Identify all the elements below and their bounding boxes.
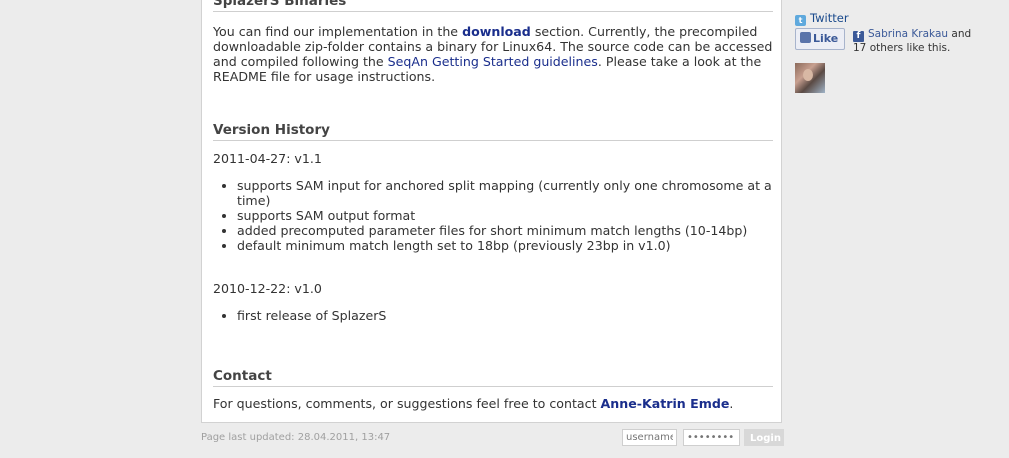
version-1-0-list: first release of SplazerS <box>213 308 777 323</box>
twitter-label: Twitter <box>810 11 849 25</box>
version-1-1-heading: 2011-04-27: v1.1 <box>213 151 322 166</box>
username-input[interactable] <box>622 429 677 446</box>
facebook-like-button[interactable]: Like <box>795 28 845 50</box>
contact-text-end: . <box>729 396 734 411</box>
page-last-updated: Page last updated: 28.04.2011, 13:47 <box>201 432 391 443</box>
facebook-friend-link[interactable]: Sabrina Krakau <box>868 28 948 40</box>
list-item: added precomputed parameter files for sh… <box>237 223 777 238</box>
binaries-paragraph: You can find our implementation in the d… <box>213 24 775 84</box>
twitter-icon: t <box>795 15 806 26</box>
thumbs-up-icon <box>800 32 811 43</box>
list-item: supports SAM output format <box>237 208 777 223</box>
password-input[interactable] <box>683 429 740 446</box>
like-label: Like <box>813 32 839 45</box>
section-title-version-history: Version History <box>213 122 773 141</box>
list-item: supports SAM input for anchored split ma… <box>237 178 777 208</box>
avatar[interactable] <box>795 63 825 93</box>
sidebar: t Twitter Like f Sabrina Krakau and 17 othe… <box>795 0 1009 458</box>
binaries-text-1: You can find our implementation in the <box>213 24 463 39</box>
version-1-0-heading: 2010-12-22: v1.0 <box>213 281 322 296</box>
facebook-likes-count: 17 others like this. <box>853 42 951 54</box>
author-contact-link[interactable]: Anne-Katrin Emde <box>601 396 730 411</box>
section-title-contact: Contact <box>213 368 773 387</box>
twitter-link[interactable]: t Twitter <box>795 11 849 26</box>
facebook-icon: f <box>853 31 864 42</box>
facebook-social-text: f Sabrina Krakau and 17 others like this. <box>853 28 1003 55</box>
seqan-guidelines-link[interactable]: SeqAn Getting Started guidelines <box>388 54 598 69</box>
list-item: first release of SplazerS <box>237 308 777 323</box>
list-item: default minimum match length set to 18bp… <box>237 238 777 253</box>
contact-paragraph: For questions, comments, or suggestions … <box>213 396 775 411</box>
version-1-1-list: supports SAM input for anchored split ma… <box>213 178 777 253</box>
facebook-text-and: and <box>948 28 972 40</box>
contact-text: For questions, comments, or suggestions … <box>213 396 601 411</box>
login-button[interactable]: Login <box>744 429 784 446</box>
section-title-binaries: SplazerS Binaries <box>213 0 773 12</box>
main-content-panel: SplazerS Binaries You can find our imple… <box>201 0 782 423</box>
download-link[interactable]: download <box>462 24 531 39</box>
